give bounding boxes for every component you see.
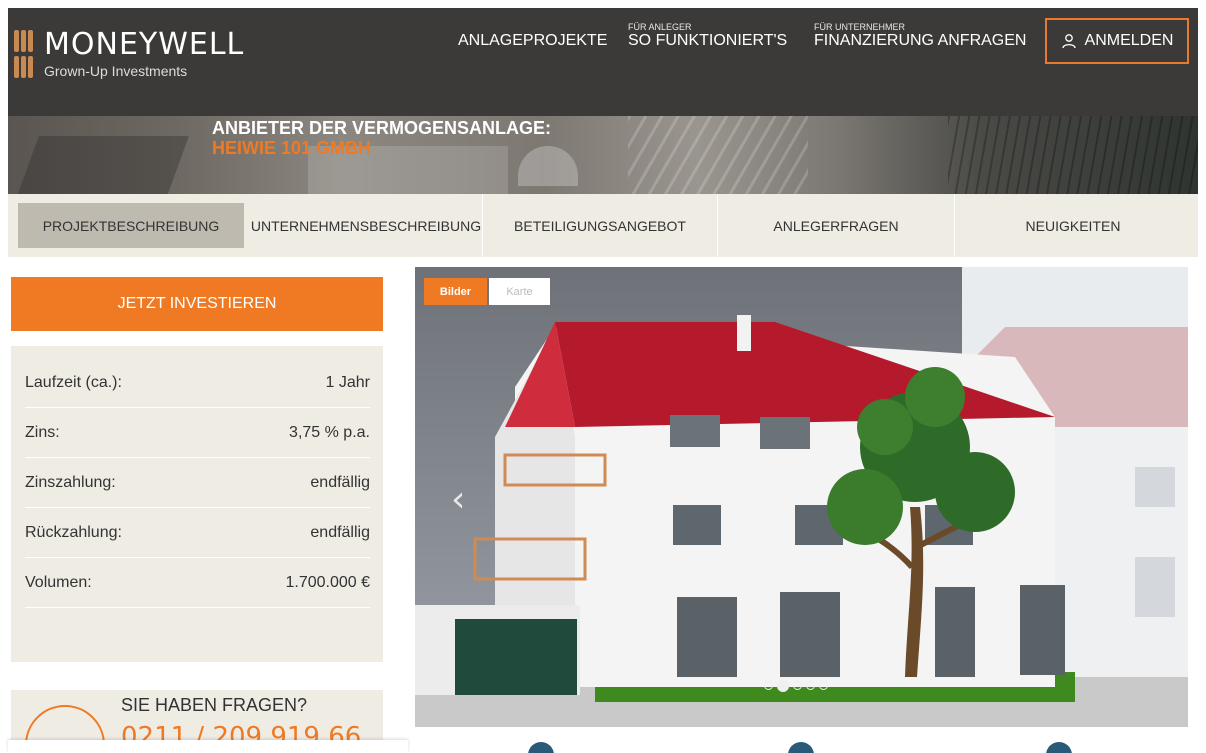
feature-circle-icon bbox=[1046, 742, 1072, 753]
fact-zinszahlung: Zinszahlung: endfällig bbox=[25, 458, 370, 508]
investment-facts: Laufzeit (ca.): 1 Jahr Zins: 3,75 % p.a.… bbox=[11, 346, 383, 662]
building-rendering-image bbox=[415, 267, 1188, 727]
nav-so-funktionierts[interactable]: FÜR ANLEGER SO FUNKTIONIERT'S bbox=[628, 22, 787, 50]
tab-anlegerfragen[interactable]: ANLEGERFRAGEN bbox=[718, 203, 954, 248]
site-header: MONEYWELL Grown-Up Investments ANLAGEPRO… bbox=[8, 8, 1198, 116]
feature-circle-icon bbox=[528, 742, 554, 753]
nav-finanzierung-anfragen[interactable]: FÜR UNTERNEHMER FINANZIERUNG ANFRAGEN bbox=[814, 22, 1026, 50]
nav-anlageprojekte[interactable]: ANLAGEPROJEKTE bbox=[458, 32, 607, 50]
invest-now-button[interactable]: JETZT INVESTIEREN bbox=[11, 277, 383, 331]
gallery-dot-active[interactable] bbox=[777, 680, 789, 692]
hero-company: HEIWIE 101 GMBH bbox=[212, 138, 372, 158]
gallery-dot[interactable] bbox=[819, 681, 828, 690]
fact-laufzeit: Laufzeit (ca.): 1 Jahr bbox=[25, 358, 370, 408]
logo-mark-icon bbox=[14, 30, 34, 80]
tab-projektbeschreibung[interactable]: PROJEKTBESCHREIBUNG bbox=[18, 203, 244, 248]
contact-question: SIE HABEN FRAGEN? bbox=[121, 695, 308, 715]
brand-tagline: Grown-Up Investments bbox=[44, 63, 188, 79]
feature-circle-icon bbox=[788, 742, 814, 753]
chevron-left-icon[interactable]: ‹ bbox=[451, 479, 465, 520]
fact-zins: Zins: 3,75 % p.a. bbox=[25, 408, 370, 458]
gallery-map-toggle[interactable]: Karte bbox=[489, 278, 550, 305]
logo[interactable]: MONEYWELL Grown-Up Investments bbox=[14, 30, 244, 80]
gallery-dot[interactable] bbox=[793, 681, 802, 690]
fact-rueckzahlung: Rückzahlung: endfällig bbox=[25, 508, 370, 558]
hero-banner: ANBIETER DER VERMOGENSANLAGE: HEIWIE 101… bbox=[8, 116, 1198, 194]
brand-name: MONEYWELL bbox=[44, 27, 245, 62]
tab-neuigkeiten[interactable]: NEUIGKEITEN bbox=[955, 203, 1191, 248]
project-gallery[interactable]: Bilder Karte ‹ bbox=[415, 267, 1188, 727]
bottom-overlay-bar bbox=[8, 740, 408, 753]
gallery-dot[interactable] bbox=[764, 681, 773, 690]
gallery-pagination bbox=[764, 680, 828, 692]
project-tabs: PROJEKTBESCHREIBUNG UNTERNEHMENSBESCHREI… bbox=[8, 194, 1198, 257]
fact-volumen: Volumen: 1.700.000 € bbox=[25, 558, 370, 608]
hero-label: ANBIETER DER VERMOGENSANLAGE: bbox=[212, 118, 552, 138]
gallery-images-toggle[interactable]: Bilder bbox=[424, 278, 487, 305]
gallery-dot[interactable] bbox=[806, 681, 815, 690]
tab-unternehmensbeschreibung[interactable]: UNTERNEHMENSBESCHREIBUNG bbox=[251, 203, 481, 248]
user-icon bbox=[1061, 34, 1076, 49]
tab-beteiligungsangebot[interactable]: BETEILIGUNGSANGEBOT bbox=[483, 203, 717, 248]
login-button[interactable]: ANMELDEN bbox=[1045, 18, 1189, 64]
